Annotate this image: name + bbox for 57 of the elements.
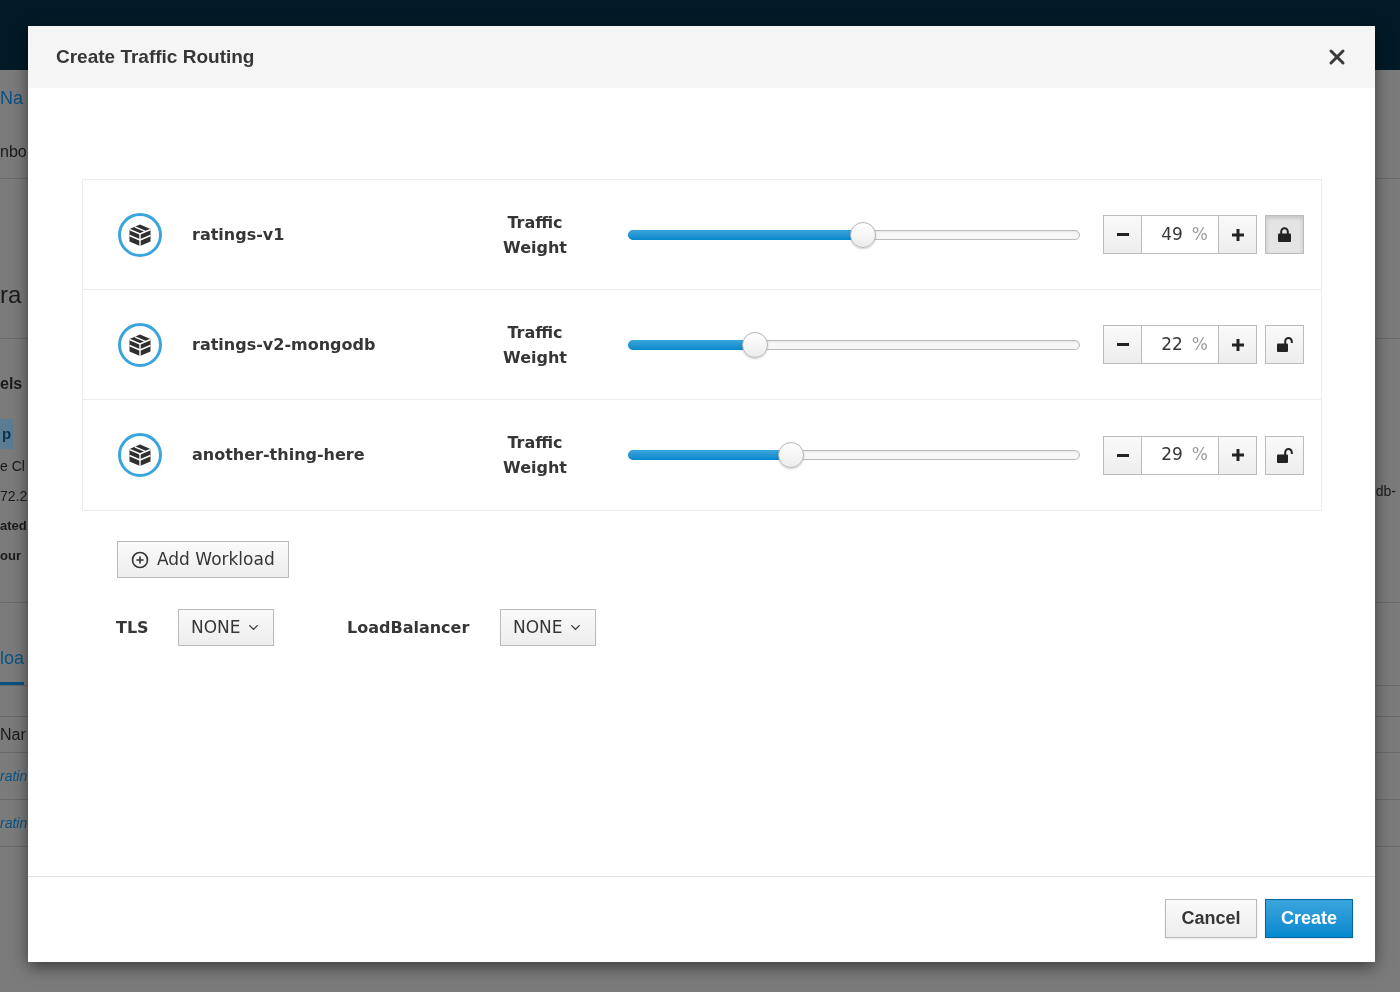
dialog-title: Create Traffic Routing bbox=[56, 44, 255, 69]
plus-icon bbox=[1231, 449, 1244, 461]
page-heading: ra bbox=[0, 280, 22, 310]
minus-icon bbox=[1116, 233, 1129, 236]
percent-unit: % bbox=[1191, 222, 1208, 246]
traffic-weight-label: Traffic Weight bbox=[502, 432, 568, 479]
dropdown-button[interactable]: NONE bbox=[178, 609, 274, 646]
percent-unit: % bbox=[1191, 443, 1208, 467]
lock-button[interactable] bbox=[1265, 435, 1304, 475]
field-label: LoadBalancer bbox=[347, 616, 471, 639]
detail-value: db- bbox=[1375, 483, 1396, 499]
increase-button[interactable] bbox=[1218, 326, 1256, 363]
traffic-weight-label: Traffic Weight bbox=[502, 321, 568, 369]
add-workload-button[interactable]: Add Workload bbox=[117, 541, 289, 578]
slider-thumb[interactable] bbox=[777, 442, 804, 468]
lock-icon bbox=[1278, 227, 1291, 242]
dropdown-button[interactable]: NONE bbox=[500, 609, 596, 646]
detail-label: our bbox=[0, 547, 22, 565]
section-label: els bbox=[0, 374, 24, 394]
traffic-weight-label: Traffic Weight bbox=[502, 211, 568, 259]
decrease-button[interactable] bbox=[1104, 216, 1142, 253]
column-header: Nar bbox=[0, 724, 26, 745]
minus-icon bbox=[1116, 343, 1129, 346]
weight-input[interactable]: 22 bbox=[1158, 331, 1183, 358]
percent-unit: % bbox=[1191, 332, 1208, 356]
increase-button[interactable] bbox=[1218, 436, 1256, 474]
open-lock-icon bbox=[1276, 337, 1293, 352]
lock-button[interactable] bbox=[1265, 215, 1304, 254]
weight-slider[interactable] bbox=[628, 221, 1080, 248]
cube-icon bbox=[118, 433, 162, 477]
weight-input[interactable]: 29 bbox=[1158, 442, 1183, 468]
detail-label: ated bbox=[0, 517, 28, 535]
open-lock-icon bbox=[1276, 447, 1293, 463]
plus-icon bbox=[1231, 228, 1244, 241]
decrease-button[interactable] bbox=[1104, 436, 1142, 474]
slider-thumb[interactable] bbox=[850, 221, 877, 248]
field-label: TLS bbox=[116, 616, 150, 639]
decrease-button[interactable] bbox=[1104, 326, 1142, 363]
page-subtitle: nbo bbox=[0, 142, 27, 162]
lock-button[interactable] bbox=[1265, 325, 1304, 364]
minus-icon bbox=[1116, 453, 1129, 457]
workload-name: ratings-v2-mongodb bbox=[192, 333, 377, 356]
workload-name: another-thing-here bbox=[192, 444, 366, 466]
weight-input[interactable]: 49 bbox=[1158, 221, 1183, 248]
plus-icon bbox=[1231, 338, 1244, 351]
weight-slider[interactable] bbox=[628, 331, 1080, 358]
increase-button[interactable] bbox=[1218, 216, 1256, 253]
label-tag: p bbox=[0, 419, 14, 449]
slider-thumb[interactable] bbox=[741, 331, 768, 358]
plus-circle-icon bbox=[131, 550, 149, 569]
cancel-button[interactable]: Cancel bbox=[1165, 898, 1257, 938]
cube-icon bbox=[118, 322, 162, 367]
detail-value: e Cl bbox=[0, 457, 26, 476]
weight-slider[interactable] bbox=[628, 442, 1080, 468]
detail-value: 72.2 bbox=[0, 487, 28, 506]
cube-icon bbox=[118, 212, 162, 257]
workload-name: ratings-v1 bbox=[192, 223, 286, 246]
